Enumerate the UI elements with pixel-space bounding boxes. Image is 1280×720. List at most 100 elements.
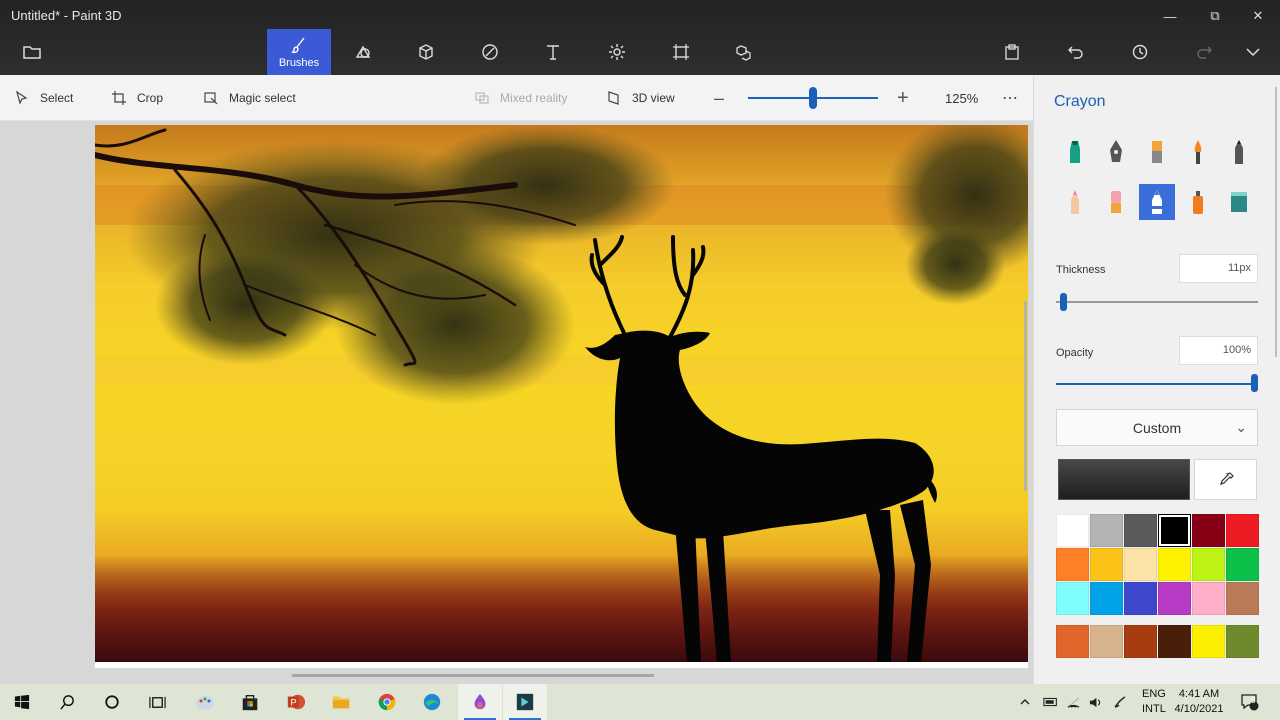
2d-shapes-tool[interactable]: [331, 29, 395, 75]
volume-icon[interactable]: [1088, 684, 1103, 720]
custom-color-swatch-3[interactable]: [1124, 625, 1157, 658]
color-swatch-9[interactable]: [1124, 548, 1157, 581]
pen-workspace-icon[interactable]: [1112, 684, 1128, 720]
task-view-button[interactable]: [135, 684, 179, 720]
color-swatch-6[interactable]: [1226, 514, 1259, 547]
thickness-slider-track[interactable]: [1056, 301, 1258, 303]
3d-library-tool[interactable]: [712, 29, 776, 75]
cortana-button[interactable]: [90, 684, 134, 720]
color-swatch-7[interactable]: [1056, 548, 1089, 581]
3d-view-button[interactable]: 3D view: [606, 75, 675, 121]
magic-select-icon: [204, 92, 218, 105]
color-swatch-13[interactable]: [1056, 582, 1089, 615]
color-swatch-4[interactable]: [1158, 514, 1191, 547]
fill-bucket-brush[interactable]: [1221, 184, 1257, 220]
crop-button[interactable]: Crop: [111, 75, 163, 121]
custom-color-swatch-6[interactable]: [1226, 625, 1259, 658]
search-button[interactable]: [45, 684, 89, 720]
3d-shapes-tool[interactable]: [394, 29, 458, 75]
palette-dropdown[interactable]: Custom ⌄: [1056, 409, 1258, 446]
vertical-scrollbar[interactable]: [1024, 301, 1027, 491]
history-button[interactable]: [1108, 29, 1172, 75]
start-button[interactable]: [0, 684, 44, 720]
zoom-out-button[interactable]: –: [714, 75, 724, 121]
color-swatch-3[interactable]: [1124, 514, 1157, 547]
2d-shapes-icon: [355, 45, 371, 58]
stickers-tool[interactable]: [458, 29, 522, 75]
watercolor-brush[interactable]: [1180, 134, 1216, 170]
chrome-button[interactable]: [365, 684, 409, 720]
paste-tool[interactable]: [980, 29, 1044, 75]
wifi-icon[interactable]: [1066, 684, 1081, 720]
opacity-label: Opacity: [1056, 347, 1094, 359]
close-button[interactable]: ✕: [1236, 4, 1280, 28]
thickness-input[interactable]: 11px: [1179, 254, 1258, 283]
text-tool[interactable]: [521, 29, 585, 75]
mixed-reality-button[interactable]: Mixed reality: [474, 75, 567, 121]
menu-folder-icon[interactable]: [20, 42, 44, 62]
thickness-slider-thumb[interactable]: [1059, 293, 1067, 311]
battery-icon[interactable]: [1043, 684, 1059, 720]
current-color-swatch[interactable]: [1058, 459, 1190, 500]
canvas-tool[interactable]: [649, 29, 713, 75]
zoom-in-button[interactable]: +: [897, 75, 909, 121]
spray-can-icon: [1193, 191, 1203, 214]
panel-scrollbar[interactable]: [1275, 87, 1277, 357]
custom-color-swatch-5[interactable]: [1192, 625, 1225, 658]
paint-app-button[interactable]: [183, 684, 227, 720]
custom-color-swatch-2[interactable]: [1090, 625, 1123, 658]
powerpoint-button[interactable]: P: [274, 684, 318, 720]
color-swatch-5[interactable]: [1192, 514, 1225, 547]
color-swatch-10[interactable]: [1158, 548, 1191, 581]
eyedropper-button[interactable]: [1194, 459, 1257, 500]
window-title: Untitled* - Paint 3D: [11, 8, 122, 23]
color-swatch-12[interactable]: [1226, 548, 1259, 581]
edge-button[interactable]: [410, 684, 454, 720]
magic-select-label: Magic select: [229, 91, 296, 105]
brushes-tool[interactable]: Brushes: [267, 29, 331, 75]
more-options-button[interactable]: ⋯: [1002, 75, 1018, 121]
eraser-brush[interactable]: [1098, 184, 1134, 220]
custom-color-swatch-4[interactable]: [1158, 625, 1191, 658]
opacity-slider-thumb[interactable]: [1251, 374, 1258, 392]
file-explorer-button[interactable]: [319, 684, 363, 720]
color-swatch-17[interactable]: [1192, 582, 1225, 615]
maximize-button[interactable]: ⧉: [1193, 4, 1237, 28]
minimize-button[interactable]: —: [1148, 4, 1192, 28]
color-swatch-18[interactable]: [1226, 582, 1259, 615]
paint3d-taskbar-button[interactable]: [458, 684, 502, 720]
spray-can-brush[interactable]: [1180, 184, 1216, 220]
color-swatch-15[interactable]: [1124, 582, 1157, 615]
eraser-pencil-brush[interactable]: [1057, 184, 1093, 220]
pencil-brush[interactable]: [1221, 134, 1257, 170]
oil-brush[interactable]: [1139, 134, 1175, 170]
horizontal-scrollbar[interactable]: [292, 674, 654, 677]
zoom-level[interactable]: 125%: [945, 75, 978, 121]
calligraphy-pen-brush[interactable]: [1098, 134, 1134, 170]
show-hidden-icons-button[interactable]: [1019, 684, 1031, 720]
color-swatch-16[interactable]: [1158, 582, 1191, 615]
action-center-button[interactable]: 3: [1240, 684, 1260, 720]
color-swatch-14[interactable]: [1090, 582, 1123, 615]
color-swatch-11[interactable]: [1192, 548, 1225, 581]
zoom-slider-thumb[interactable]: [809, 87, 817, 109]
crop-icon: [112, 91, 126, 105]
video-editor-button[interactable]: [503, 684, 547, 720]
store-button[interactable]: [228, 684, 272, 720]
crayon-brush[interactable]: [1139, 184, 1175, 220]
system-clock[interactable]: 4:41 AM 4/10/2021: [1168, 687, 1230, 717]
effects-tool[interactable]: [585, 29, 649, 75]
marker-brush[interactable]: [1057, 134, 1093, 170]
undo-button[interactable]: [1044, 29, 1108, 75]
custom-color-swatch-1[interactable]: [1056, 625, 1089, 658]
select-button[interactable]: Select: [14, 75, 73, 121]
opacity-input[interactable]: 100%: [1179, 336, 1258, 365]
magic-select-button[interactable]: Magic select: [203, 75, 296, 121]
input-language[interactable]: ENG INTL: [1142, 687, 1166, 717]
drawing-canvas[interactable]: [95, 125, 1028, 662]
expand-toolbar-button[interactable]: [1226, 29, 1280, 75]
color-swatch-8[interactable]: [1090, 548, 1123, 581]
color-swatch-1[interactable]: [1056, 514, 1089, 547]
color-swatch-2[interactable]: [1090, 514, 1123, 547]
deer-sunset-painting: [95, 125, 1028, 662]
